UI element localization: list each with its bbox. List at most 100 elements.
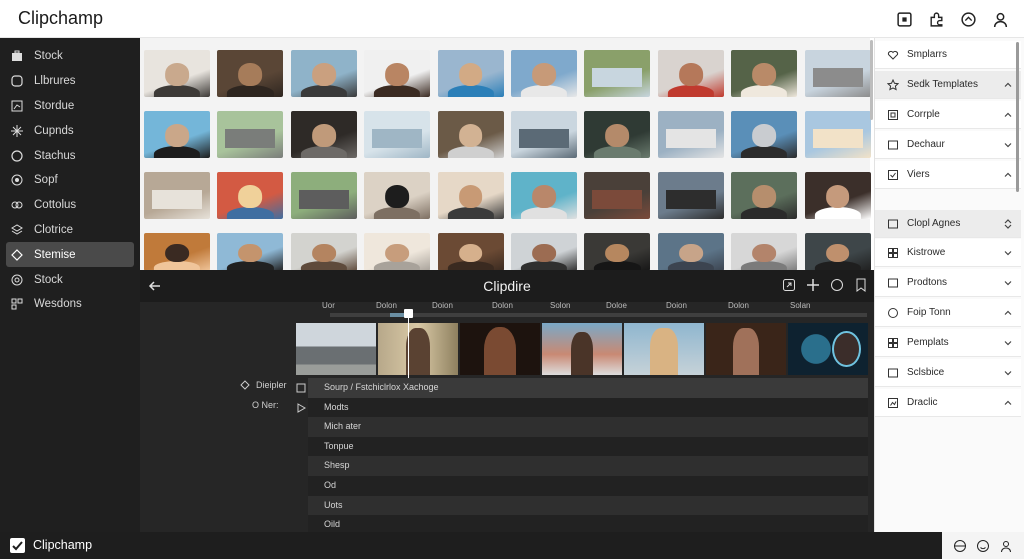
media-thumbnail[interactable] bbox=[364, 233, 431, 271]
scrub-selection[interactable] bbox=[390, 313, 404, 317]
refresh-icon[interactable] bbox=[958, 9, 978, 29]
chevron-up-icon[interactable] bbox=[1003, 398, 1013, 408]
media-thumbnail[interactable] bbox=[804, 111, 871, 158]
right-panel-item[interactable]: Kistrowe bbox=[875, 239, 1021, 267]
media-thumbnail[interactable] bbox=[731, 233, 798, 271]
right-panel-item[interactable]: Dechaur bbox=[875, 131, 1021, 159]
media-thumbnail[interactable] bbox=[511, 172, 577, 219]
clip-building[interactable] bbox=[296, 323, 376, 375]
smile-icon[interactable] bbox=[976, 539, 990, 553]
expand-icon[interactable] bbox=[296, 383, 306, 393]
media-thumbnail[interactable] bbox=[364, 172, 431, 219]
sidebar-item-clotrice[interactable]: Clotrice bbox=[6, 218, 134, 243]
playhead-handle[interactable] bbox=[404, 309, 413, 318]
clip-woman-car[interactable] bbox=[542, 323, 622, 375]
add-icon[interactable] bbox=[806, 278, 820, 292]
media-thumbnail[interactable] bbox=[290, 50, 357, 97]
chevron-up-icon[interactable] bbox=[1003, 308, 1013, 318]
media-thumbnail[interactable] bbox=[290, 111, 357, 158]
right-panel-item[interactable]: Draclic bbox=[875, 389, 1021, 417]
chevron-updown-icon[interactable] bbox=[1003, 219, 1013, 229]
chevron-up-icon[interactable] bbox=[1003, 110, 1013, 120]
bookmark-icon[interactable] bbox=[854, 278, 868, 292]
media-thumbnail[interactable] bbox=[290, 233, 357, 271]
chevron-down-icon[interactable] bbox=[1003, 140, 1013, 150]
chevron-down-icon[interactable] bbox=[1003, 278, 1013, 288]
chevron-up-icon[interactable] bbox=[1003, 170, 1013, 180]
media-scrollbar[interactable] bbox=[870, 40, 873, 120]
media-thumbnail[interactable] bbox=[731, 172, 798, 219]
globe-icon[interactable] bbox=[953, 539, 967, 553]
right-panel-item[interactable]: Prodtons bbox=[875, 269, 1021, 297]
right-panel-item[interactable]: Sclsbice bbox=[875, 359, 1021, 387]
user-icon[interactable] bbox=[999, 539, 1013, 553]
media-thumbnail[interactable] bbox=[584, 111, 651, 158]
media-thumbnail[interactable] bbox=[437, 111, 504, 158]
right-panel-item[interactable]: Smplarrs bbox=[875, 41, 1021, 69]
media-thumbnail[interactable] bbox=[804, 233, 871, 271]
track-row[interactable]: Uots bbox=[308, 495, 868, 516]
right-panel-item[interactable]: Pemplats bbox=[875, 329, 1021, 357]
clip-woman-blonde[interactable] bbox=[624, 323, 704, 375]
media-square-icon[interactable] bbox=[894, 9, 914, 29]
sidebar-item-llbrures[interactable]: Llbrures bbox=[6, 69, 134, 94]
clip-man-portrait[interactable] bbox=[460, 323, 540, 375]
media-thumbnail[interactable] bbox=[657, 233, 724, 271]
media-thumbnail[interactable] bbox=[511, 50, 577, 97]
right-panel-item[interactable]: Corrple bbox=[875, 101, 1021, 129]
sidebar-item-sopf[interactable]: Sopf bbox=[6, 168, 134, 193]
media-thumbnail[interactable] bbox=[584, 172, 651, 219]
media-thumbnail[interactable] bbox=[437, 233, 504, 271]
media-thumbnail[interactable] bbox=[437, 50, 504, 97]
right-panel-item[interactable]: Sedk Templates bbox=[875, 71, 1021, 99]
sidebar-item-cottolus[interactable]: Cottolus bbox=[6, 193, 134, 218]
media-thumbnail[interactable] bbox=[511, 111, 577, 158]
media-thumbnail[interactable] bbox=[804, 50, 871, 97]
right-panel-item[interactable]: Viers bbox=[875, 161, 1021, 189]
media-thumbnail[interactable] bbox=[217, 172, 284, 219]
media-thumbnail[interactable] bbox=[437, 172, 504, 219]
media-thumbnail[interactable] bbox=[144, 111, 210, 158]
media-thumbnail[interactable] bbox=[364, 111, 431, 158]
user-icon[interactable] bbox=[990, 9, 1010, 29]
clip-woman-hat[interactable] bbox=[378, 323, 458, 375]
timeline-ruler[interactable]: Uor Dolon Doion Dolon Solon Doloe Doion Dolon So… bbox=[320, 300, 870, 314]
chevron-down-icon[interactable] bbox=[1003, 338, 1013, 348]
media-thumbnail[interactable] bbox=[584, 233, 651, 271]
media-thumbnail[interactable] bbox=[511, 233, 577, 271]
track-row[interactable]: Shesp bbox=[308, 456, 868, 476]
media-thumbnail[interactable] bbox=[657, 50, 724, 97]
media-thumbnail[interactable] bbox=[731, 111, 798, 158]
sidebar-item-stemise[interactable]: Stemise bbox=[6, 242, 134, 268]
play-icon[interactable] bbox=[296, 402, 306, 413]
chevron-up-icon[interactable] bbox=[1003, 80, 1013, 90]
track-row[interactable]: Mich ater bbox=[308, 417, 868, 437]
sidebar-item-cupnds[interactable]: Cupnds bbox=[6, 118, 134, 143]
clip-woman-dark[interactable] bbox=[706, 323, 786, 375]
media-thumbnail[interactable] bbox=[144, 50, 210, 97]
media-thumbnail[interactable] bbox=[290, 172, 357, 219]
media-thumbnail[interactable] bbox=[217, 50, 284, 97]
media-thumbnail[interactable] bbox=[804, 172, 871, 219]
media-thumbnail[interactable] bbox=[364, 50, 431, 97]
media-thumbnail[interactable] bbox=[657, 111, 724, 158]
right-panel-item[interactable]: Clopl Agnes bbox=[875, 210, 1021, 238]
sidebar-item-wesdons[interactable]: Wesdons bbox=[6, 292, 134, 317]
clip-fx-circles[interactable] bbox=[788, 323, 868, 375]
media-thumbnail[interactable] bbox=[217, 111, 284, 158]
right-panel-item[interactable]: Foip Tonn bbox=[875, 299, 1021, 327]
puzzle-icon[interactable] bbox=[926, 9, 946, 29]
media-thumbnail[interactable] bbox=[731, 50, 798, 97]
right-panel-scrollbar[interactable] bbox=[1016, 42, 1019, 192]
sidebar-item-stock-2[interactable]: Stock bbox=[6, 267, 134, 292]
track-row[interactable]: Tonpue bbox=[308, 436, 868, 457]
media-thumbnail[interactable] bbox=[584, 50, 651, 97]
comment-icon[interactable] bbox=[830, 278, 844, 292]
chevron-down-icon[interactable] bbox=[1003, 368, 1013, 378]
media-thumbnail[interactable] bbox=[144, 172, 210, 219]
track-row[interactable]: Od bbox=[308, 475, 868, 496]
sidebar-item-stock[interactable]: Stock bbox=[6, 44, 134, 69]
sidebar-item-stordue[interactable]: Stordue bbox=[6, 94, 134, 119]
chevron-down-icon[interactable] bbox=[1003, 248, 1013, 258]
track-row[interactable]: Modts bbox=[297, 397, 868, 418]
